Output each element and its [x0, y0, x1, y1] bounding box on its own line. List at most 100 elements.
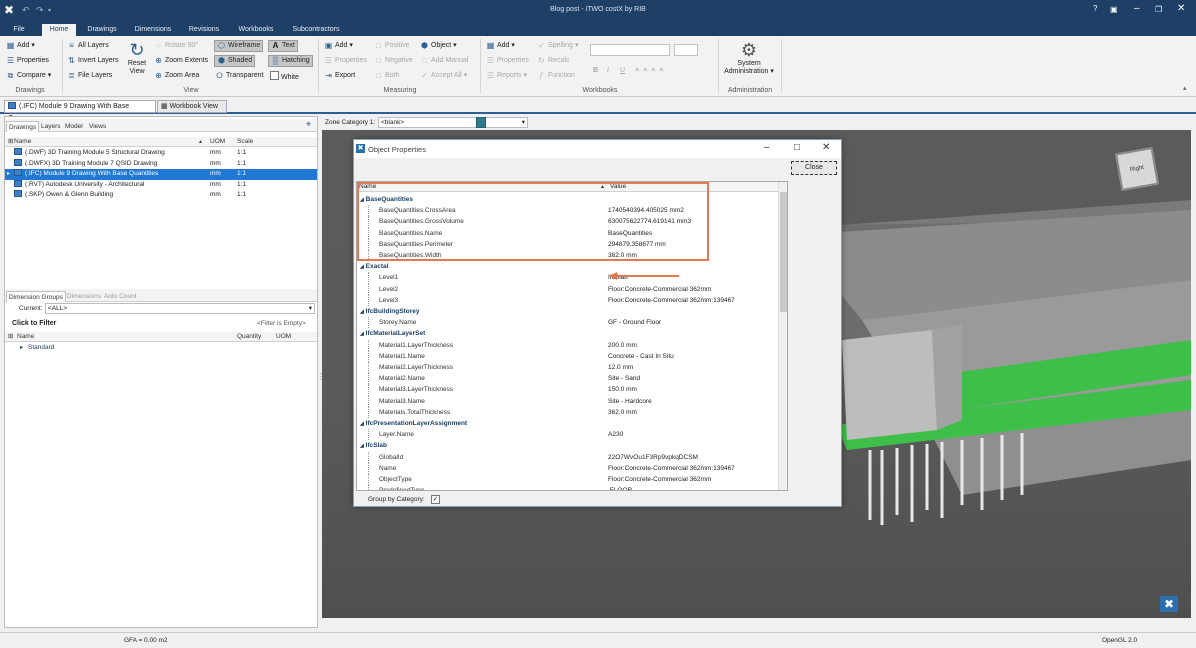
- drawing-row[interactable]: (.RVT) Autodesk University - Architectur…: [5, 179, 317, 191]
- file-layers-button[interactable]: ≣ File Layers: [67, 71, 112, 81]
- positive-button[interactable]: □ Positive: [374, 41, 409, 51]
- dimension-row-standard[interactable]: ▸ Standard: [5, 343, 317, 354]
- tab-dimensions[interactable]: Dimensions: [65, 291, 103, 302]
- drawings-compare-button[interactable]: ⧉ Compare ▾: [6, 71, 52, 81]
- property-row[interactable]: Name Floor:Concrete-Commercial 362mm:1394…: [357, 462, 779, 474]
- recalc-button[interactable]: ↻ Recalc: [537, 56, 569, 66]
- drawing-row[interactable]: (.DWFX) 3D Training Module 7 QSID Drawin…: [5, 158, 317, 170]
- both-button[interactable]: □ Both: [374, 71, 399, 81]
- tab-auto-count[interactable]: Auto Count: [102, 291, 139, 302]
- zoom-area-button[interactable]: ⊕ Zoom Area: [154, 71, 199, 81]
- reset-view-button[interactable]: ↻ Reset View: [124, 40, 150, 76]
- workbooks-add-button[interactable]: ▦ Add ▾: [486, 41, 515, 51]
- column-dim-quantity[interactable]: Quantity: [237, 332, 261, 342]
- underline-button[interactable]: U: [620, 66, 625, 76]
- accept-all-button[interactable]: ✓ Accept All ▾: [420, 71, 467, 81]
- property-row[interactable]: Material2.Name Site - Sand: [357, 373, 779, 385]
- property-row[interactable]: Layer.Name A230: [357, 429, 779, 441]
- alignment-buttons[interactable]: ≡≡≡≡: [635, 66, 667, 76]
- all-layers-button[interactable]: ≡ All Layers: [67, 41, 109, 51]
- drawing-row[interactable]: ▸ (.IFC) Module 9 Drawing With Base Quant…: [5, 169, 317, 180]
- group-by-category-checkbox[interactable]: ✓: [431, 495, 440, 504]
- object-button[interactable]: ⬢ Object ▾: [420, 41, 457, 51]
- property-row[interactable]: Material1.LayerThickness 200.0 mm: [357, 339, 779, 351]
- property-category-row[interactable]: ◢ Exactal: [357, 261, 779, 272]
- rotate-90-button[interactable]: ○ Rotate 90°: [154, 41, 198, 51]
- zone-filter-icon[interactable]: [476, 117, 486, 128]
- property-category-row[interactable]: ◢ IfcBuildingStorey: [357, 306, 779, 317]
- collapse-ribbon-icon[interactable]: ▴: [1183, 84, 1187, 94]
- property-row[interactable]: Level3 Floor:Concrete-Commercial 362mm:13…: [357, 294, 779, 306]
- zone-category-select[interactable]: <blank> ▾: [378, 117, 528, 128]
- tab-ifc-drawing[interactable]: (.IFC) Module 9 Drawing With Base Quan..…: [4, 100, 156, 122]
- transparent-button[interactable]: ⭘ Transparent: [215, 71, 263, 81]
- property-row[interactable]: Level1 IfcSlab: [357, 272, 779, 284]
- tab-workbook-view[interactable]: ▦ Workbook View: [157, 100, 227, 113]
- property-row[interactable]: Material3.LayerThickness 150.0 mm: [357, 384, 779, 396]
- column-scale[interactable]: Scale: [237, 137, 253, 147]
- property-row[interactable]: ObjectType Floor:Concrete-Commercial 362m…: [357, 474, 779, 486]
- dialog-minimize-icon[interactable]: ‒: [764, 142, 770, 153]
- tab-dimension-groups[interactable]: Dimension Groups: [6, 291, 66, 302]
- tab-home[interactable]: Home: [42, 24, 76, 36]
- pin-icon[interactable]: ⌖: [306, 119, 311, 130]
- tab-drawings[interactable]: Drawings: [82, 24, 122, 36]
- reports-button[interactable]: ☰ Reports ▾: [486, 71, 527, 81]
- italic-button[interactable]: I: [607, 66, 609, 76]
- property-row[interactable]: Storey.Name GF - Ground Floor: [357, 317, 779, 329]
- tab-layers-panel[interactable]: Layers: [39, 121, 63, 132]
- measuring-export-button[interactable]: ⇥ Export: [324, 71, 355, 81]
- property-row[interactable]: Level2 Floor:Concrete-Commercial 362mm: [357, 283, 779, 295]
- dialog-maximize-icon[interactable]: □: [794, 142, 800, 153]
- close-window-icon[interactable]: ✕: [1177, 3, 1185, 14]
- tab-subcontractors[interactable]: Subcontractors: [286, 24, 346, 36]
- current-group-select[interactable]: <ALL> ▾: [45, 303, 315, 314]
- close-button[interactable]: Close: [791, 161, 837, 175]
- hatching-button[interactable]: ▒ Hatching: [268, 55, 313, 67]
- invert-layers-button[interactable]: ⇅ Invert Layers: [67, 56, 118, 66]
- spelling-button[interactable]: ✓ Spelling ▾: [537, 41, 578, 51]
- help-icon[interactable]: ?: [1093, 4, 1097, 13]
- dialog-close-icon[interactable]: ✕: [822, 142, 830, 153]
- property-row[interactable]: Material3.Name Site - Hardcore: [357, 395, 779, 407]
- tab-workbooks[interactable]: Workbooks: [230, 24, 282, 36]
- column-name[interactable]: Name: [14, 137, 31, 147]
- measuring-add-button[interactable]: ▣ Add ▾: [324, 41, 353, 51]
- tab-revisions[interactable]: Revisions: [184, 24, 224, 36]
- property-row[interactable]: Material2.LayerThickness 12.0 mm: [357, 362, 779, 374]
- font-name-select[interactable]: [590, 44, 670, 56]
- click-to-filter[interactable]: Click to Filter: [12, 320, 56, 327]
- tab-views-panel[interactable]: Views: [87, 121, 108, 132]
- drawings-add-button[interactable]: ▦ Add ▾: [6, 41, 35, 51]
- negative-button[interactable]: □ Negative: [374, 56, 413, 66]
- measuring-properties-button[interactable]: ☰ Properties: [324, 56, 367, 66]
- system-administration-button[interactable]: ⚙ System Administration ▾: [720, 40, 778, 76]
- property-category-row[interactable]: ◢ IfcPresentationLayerAssignment: [357, 418, 779, 429]
- drawing-row[interactable]: (.DWF) 3D Training Module 5 Structural D…: [5, 148, 317, 159]
- tab-file[interactable]: File: [6, 24, 32, 36]
- shaded-button[interactable]: ⬢ Shaded: [214, 55, 256, 67]
- add-manual-button[interactable]: □ Add Manual: [420, 56, 468, 66]
- bold-button[interactable]: B: [593, 66, 598, 76]
- viewcube[interactable]: Right: [1114, 146, 1160, 192]
- property-row[interactable]: GlobalId 22O7WvOu1F3Rp9vpkqDCSM: [357, 451, 779, 463]
- maximize-icon[interactable]: ❐: [1155, 5, 1162, 14]
- zoom-extents-button[interactable]: ⊕ Zoom Extents: [154, 56, 208, 66]
- tab-dimensions[interactable]: Dimensions: [128, 24, 178, 36]
- font-size-select[interactable]: [674, 44, 698, 56]
- column-dim-uom[interactable]: UOM: [276, 332, 291, 342]
- minimize-icon[interactable]: ‒: [1134, 3, 1140, 14]
- drawings-properties-button[interactable]: ☰ Properties: [6, 56, 49, 66]
- wireframe-button[interactable]: ⬡ Wireframe: [214, 40, 264, 52]
- drawing-row[interactable]: (.SKP) Owen & Glenn Building mm 1:1: [5, 190, 317, 201]
- white-background-checkbox[interactable]: White: [270, 71, 299, 83]
- property-row[interactable]: Materials.TotalThickness 362.0 mm: [357, 406, 779, 418]
- scrollbar-thumb[interactable]: [780, 192, 787, 312]
- workbooks-properties-button[interactable]: ☰ Properties: [486, 56, 529, 66]
- property-row[interactable]: PredefinedType .FLOOR.: [357, 485, 779, 490]
- tab-model-panel[interactable]: Model: [63, 121, 85, 132]
- property-category-row[interactable]: ◢ IfcSlab: [357, 440, 779, 451]
- restore-layout-icon[interactable]: ▣: [1110, 5, 1118, 14]
- property-scrollbar[interactable]: [778, 182, 787, 490]
- column-uom[interactable]: UOM: [210, 137, 225, 147]
